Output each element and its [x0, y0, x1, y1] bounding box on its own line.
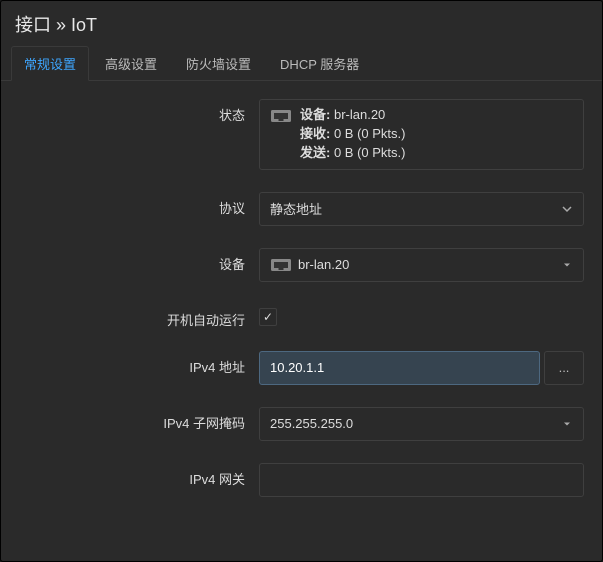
- caret-down-icon: [561, 418, 573, 430]
- caret-down-icon: [561, 259, 573, 271]
- ipv4-addr-input[interactable]: [259, 351, 540, 385]
- row-autostart: 开机自动运行 ✓: [19, 304, 584, 329]
- label-ipv4-gw: IPv4 网关: [19, 463, 259, 488]
- status-lines: 设备: br-lan.20 接收: 0 B (0 Pkts.) 发送: 0 B …: [300, 106, 573, 163]
- label-status: 状态: [19, 99, 259, 124]
- row-protocol: 协议 静态地址: [19, 192, 584, 226]
- network-port-icon: [270, 109, 292, 123]
- status-device-value: br-lan.20: [334, 107, 385, 122]
- row-device: 设备 br-lan.20: [19, 248, 584, 282]
- network-port-icon: [270, 258, 292, 272]
- row-status: 状态 设备: br-lan.20 接收: 0 B (0 Pkts.) 发送: 0…: [19, 99, 584, 170]
- status-device-label: 设备:: [300, 107, 330, 122]
- row-ipv4-gw: IPv4 网关: [19, 463, 584, 497]
- status-tx-value: 0 B (0 Pkts.): [334, 145, 406, 160]
- row-ipv4-addr: IPv4 地址 ...: [19, 351, 584, 385]
- tab-bar: 常规设置 高级设置 防火墙设置 DHCP 服务器: [1, 45, 602, 81]
- protocol-value: 静态地址: [270, 199, 322, 218]
- status-rx-value: 0 B (0 Pkts.): [334, 126, 406, 141]
- label-ipv4-mask: IPv4 子网掩码: [19, 407, 259, 432]
- dialog-header: 接口 » IoT: [1, 1, 602, 45]
- status-box: 设备: br-lan.20 接收: 0 B (0 Pkts.) 发送: 0 B …: [259, 99, 584, 170]
- device-select[interactable]: br-lan.20: [259, 248, 584, 282]
- status-rx-label: 接收:: [300, 126, 330, 141]
- interface-edit-dialog: 接口 » IoT 常规设置 高级设置 防火墙设置 DHCP 服务器 状态 设备:…: [0, 0, 603, 562]
- tab-general[interactable]: 常规设置: [11, 46, 89, 81]
- row-ipv4-mask: IPv4 子网掩码 255.255.255.0: [19, 407, 584, 441]
- page-title: 接口 » IoT: [15, 11, 588, 37]
- tab-advanced[interactable]: 高级设置: [92, 46, 170, 81]
- ipv4-mask-select[interactable]: 255.255.255.0: [259, 407, 584, 441]
- ipv4-mask-value: 255.255.255.0: [270, 416, 353, 431]
- label-device: 设备: [19, 248, 259, 273]
- ipv4-gw-input[interactable]: [259, 463, 584, 497]
- tab-firewall[interactable]: 防火墙设置: [173, 46, 264, 81]
- device-value: br-lan.20: [298, 257, 349, 272]
- protocol-select[interactable]: 静态地址: [259, 192, 584, 226]
- form-general: 状态 设备: br-lan.20 接收: 0 B (0 Pkts.) 发送: 0…: [1, 81, 602, 497]
- status-tx-label: 发送:: [300, 145, 330, 160]
- label-protocol: 协议: [19, 192, 259, 217]
- ipv4-addr-more-button[interactable]: ...: [544, 351, 584, 385]
- label-ipv4-addr: IPv4 地址: [19, 351, 259, 376]
- chevron-down-icon: [561, 203, 573, 215]
- label-autostart: 开机自动运行: [19, 304, 259, 329]
- tab-dhcp[interactable]: DHCP 服务器: [267, 46, 372, 81]
- autostart-checkbox[interactable]: ✓: [259, 308, 277, 326]
